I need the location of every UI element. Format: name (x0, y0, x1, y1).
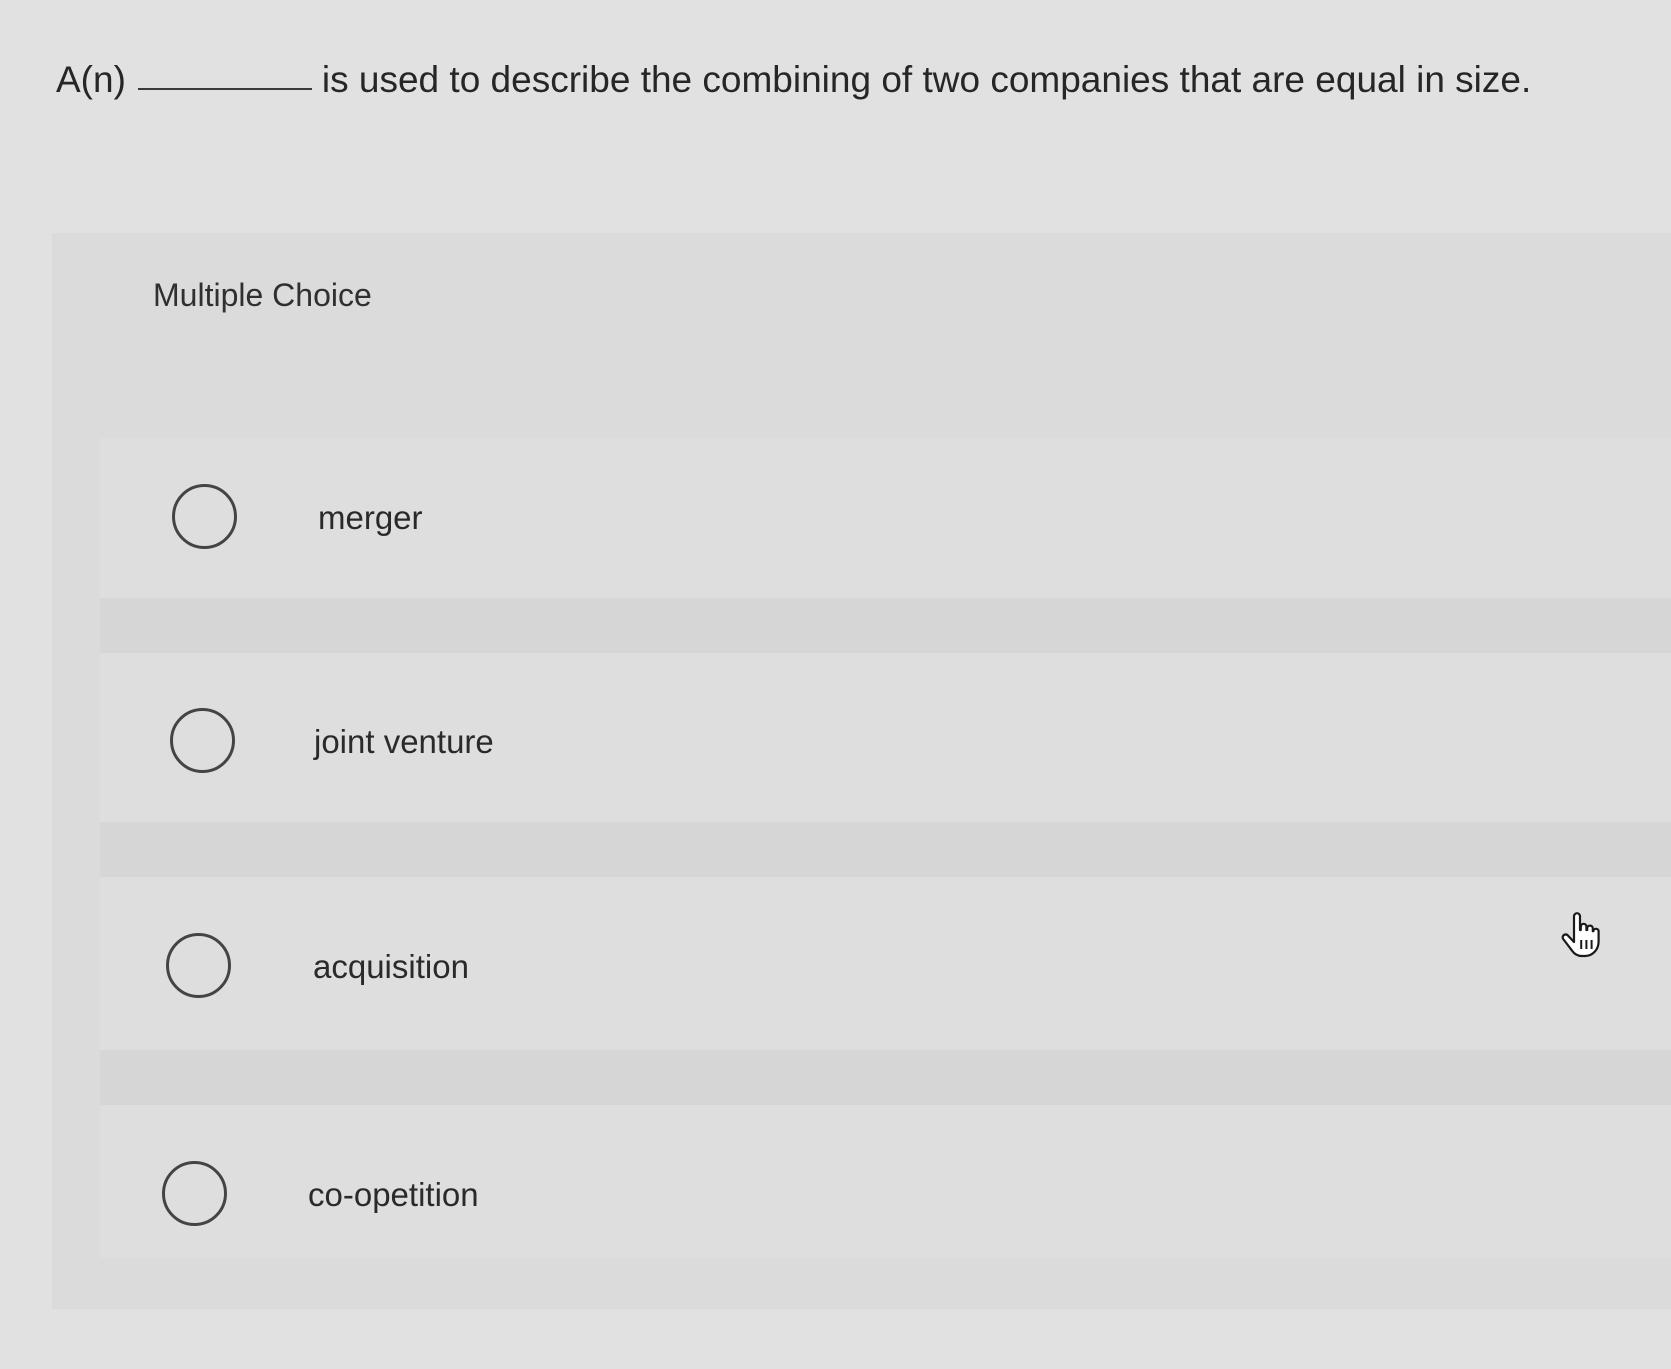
option-label[interactable]: merger (318, 498, 423, 538)
question-text: A(n) is used to describe the combining of… (56, 58, 1531, 102)
option-label[interactable]: acquisition (313, 947, 469, 987)
option-merger[interactable]: merger (100, 440, 1671, 610)
option-label[interactable]: co-opetition (308, 1175, 479, 1215)
option-co-opetition[interactable]: co-opetition (100, 1115, 1671, 1285)
question-suffix: is used to describe the combining of two… (321, 59, 1532, 100)
radio-button[interactable] (170, 708, 235, 773)
radio-button[interactable] (166, 933, 231, 998)
option-joint-venture[interactable]: joint venture (100, 665, 1671, 835)
option-acquisition[interactable]: acquisition (100, 890, 1671, 1060)
question-prefix: A(n) (56, 59, 126, 100)
multiple-choice-label: Multiple Choice (153, 277, 372, 313)
answer-blank (137, 88, 312, 90)
option-label[interactable]: joint venture (314, 722, 494, 762)
radio-button[interactable] (172, 484, 237, 549)
hand-pointer-icon (1561, 912, 1600, 958)
radio-button[interactable] (162, 1161, 227, 1226)
